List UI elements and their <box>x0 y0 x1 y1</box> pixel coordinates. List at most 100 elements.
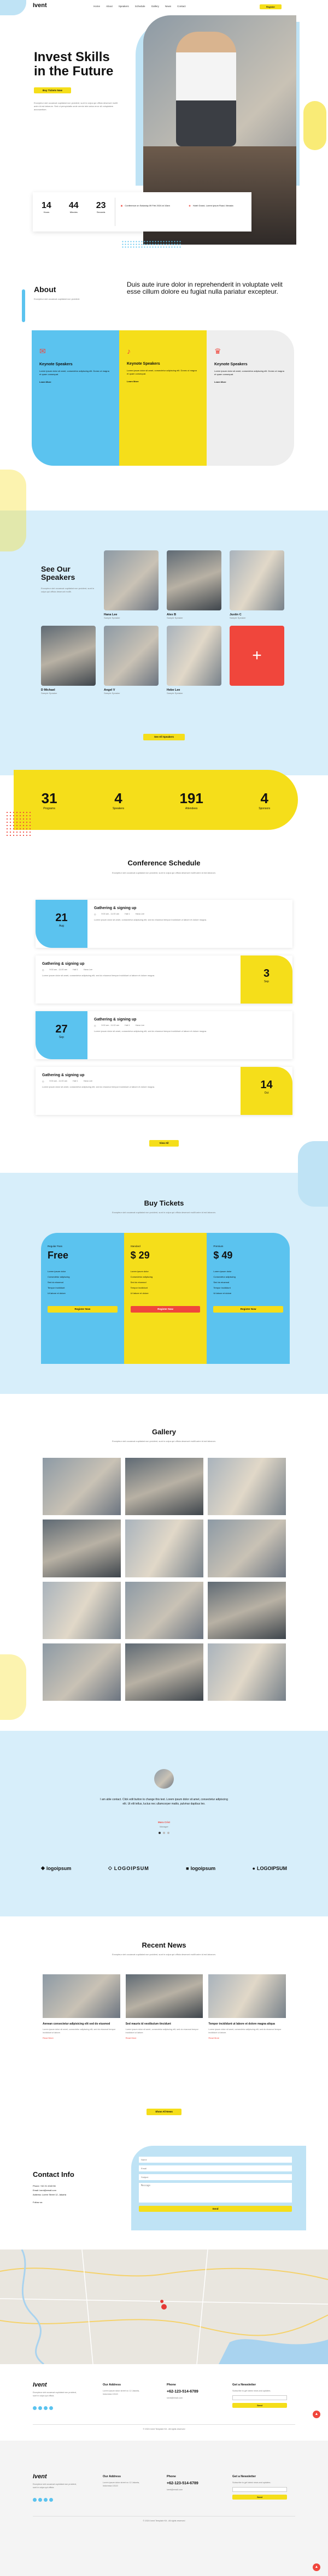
speaker-card[interactable]: Alex B Sample Speaker <box>167 550 221 619</box>
speaker-photo <box>104 626 159 686</box>
speaker-card[interactable]: Hebe Lee Sample Speaker <box>167 626 221 695</box>
schedule-item[interactable]: 27 Sep Gathering & signing up ◷ 9:00 am - 1… <box>36 1011 292 1059</box>
news-card[interactable]: Sed mauris id vestibulum tincidunt Lorem … <box>125 1974 203 2039</box>
news-post-title[interactable]: Sed mauris id vestibulum tincidunt <box>126 2022 203 2026</box>
youtube-icon[interactable] <box>49 2498 53 2502</box>
gallery-image[interactable] <box>43 1581 121 1639</box>
footer-phone[interactable]: +62-123-514-6789 <box>167 2482 198 2485</box>
nav-home[interactable]: Home <box>93 5 100 8</box>
tickets-desc: Excepteur sint occaecat cupidatat non pr… <box>112 1211 216 1214</box>
nav-speakers[interactable]: Speakers <box>119 5 129 8</box>
gallery-image[interactable] <box>208 1458 286 1516</box>
email-field[interactable] <box>139 2165 292 2171</box>
name-field[interactable] <box>139 2157 292 2163</box>
footer-logo[interactable]: Ivent <box>33 2382 47 2388</box>
speaker-card[interactable]: Angel V Sample Speaker <box>104 626 159 695</box>
footer-email[interactable]: ivent@email.com <box>167 2397 183 2399</box>
schedule-item[interactable]: Gathering & signing up ◷ 9:00 am - 11:00 a… <box>36 1067 292 1115</box>
news-post-title[interactable]: Tempor incididunt ut labore et dolore ma… <box>208 2022 286 2026</box>
speaker-card[interactable]: Justin C Sample Speaker <box>230 550 284 619</box>
newsletter-send-button[interactable]: Send <box>232 2495 287 2500</box>
twitter-icon[interactable] <box>38 2498 42 2502</box>
footer-email[interactable]: ivent@email.com <box>167 2489 183 2491</box>
footer-phone[interactable]: +62-123-514-6789 <box>167 2390 198 2394</box>
gallery-image[interactable] <box>125 1643 203 1701</box>
instagram-icon[interactable] <box>44 2498 48 2502</box>
nav-about[interactable]: About <box>106 5 113 8</box>
gallery-image[interactable] <box>43 1643 121 1701</box>
card-link[interactable]: Learn More <box>214 381 286 383</box>
carousel-dot[interactable] <box>167 1832 169 1834</box>
gallery-image[interactable] <box>208 1520 286 1577</box>
read-more-link[interactable]: Read More <box>126 2037 203 2039</box>
gallery-image[interactable] <box>208 1643 286 1701</box>
newsletter-send-button[interactable]: Send <box>232 2403 287 2408</box>
plan-card: Regular Pass Free Lorem ipsum dolor Conse… <box>41 1233 124 1364</box>
send-button[interactable]: Send <box>139 2206 292 2212</box>
about-card-3[interactable]: ♛ Keynote Speakers Lorem ipsum dolor sit… <box>207 330 294 466</box>
scroll-top-icon[interactable]: ▲ <box>313 2411 320 2418</box>
logo[interactable]: Ivent <box>33 2 47 9</box>
instagram-icon[interactable] <box>44 2406 48 2410</box>
news-card[interactable]: Aenean consectetur adipisicing elit sed … <box>43 1974 120 2039</box>
all-speakers-button[interactable]: See All Speakers <box>143 734 185 740</box>
speaker-card[interactable]: Hana Lee Sample Speaker <box>104 550 159 619</box>
read-more-link[interactable]: Read More <box>208 2037 286 2039</box>
register-now-button[interactable]: Register Now <box>213 1306 284 1313</box>
more-speakers-button[interactable]: + <box>230 626 284 686</box>
gallery-image[interactable] <box>208 1581 286 1639</box>
news-card[interactable]: Tempor incididunt ut labore et dolore ma… <box>208 1974 286 2039</box>
newsletter-email-input[interactable] <box>232 2487 287 2492</box>
schedule-speaker: Hana Lee <box>83 969 93 971</box>
youtube-icon[interactable] <box>49 2406 53 2410</box>
show-all-news-button[interactable]: Show All News <box>147 2109 181 2115</box>
newsletter-email-input[interactable] <box>232 2395 287 2400</box>
card-link[interactable]: Learn More <box>39 381 112 383</box>
twitter-icon[interactable] <box>38 2406 42 2410</box>
nav-news[interactable]: News <box>165 5 171 8</box>
gallery-image[interactable] <box>43 1520 121 1577</box>
sponsor-logo[interactable]: ● LOGOIPSUM <box>253 1866 287 1871</box>
facebook-icon[interactable] <box>33 2406 37 2410</box>
contact-email: Email: ivent@email.com <box>33 2189 56 2192</box>
carousel-dot[interactable] <box>163 1832 165 1834</box>
schedule-date: 21 Aug <box>36 900 87 948</box>
contact-phone: Phone: +62 21 4343 56 <box>33 2185 56 2187</box>
nav-schedule[interactable]: Schedule <box>135 5 145 8</box>
subject-field[interactable] <box>139 2174 292 2180</box>
plan-feature: Ut labore et dolore <box>130 1292 149 1295</box>
speaker-card[interactable]: D Michael Sample Speaker <box>41 626 96 695</box>
scroll-top-icon[interactable]: ▲ <box>313 2563 320 2571</box>
hero-title: Invest Skills in the Future <box>34 50 113 79</box>
map[interactable]: ● <box>0 2249 328 2364</box>
about-card-2[interactable]: ♪ Keynote Speakers Lorem ipsum dolor sit… <box>119 330 207 466</box>
nav-contact[interactable]: Contact <box>177 5 186 8</box>
carousel-dot[interactable] <box>159 1832 161 1834</box>
facebook-icon[interactable] <box>33 2498 37 2502</box>
logo-mark-icon: ◆ <box>41 1865 45 1871</box>
news-list: Aenean consectetur adipisicing elit sed … <box>43 1974 286 2039</box>
about-card-1[interactable]: ✉ Keynote Speakers Lorem ipsum dolor sit… <box>32 330 119 466</box>
message-field[interactable] <box>139 2183 292 2203</box>
news-post-title[interactable]: Aenean consectetur adipisicing elit sed … <box>43 2022 120 2026</box>
read-more-link[interactable]: Read More <box>43 2037 120 2039</box>
gallery-image[interactable] <box>125 1520 203 1577</box>
gallery-image[interactable] <box>125 1458 203 1516</box>
sponsor-logo[interactable]: ◆ logoipsum <box>41 1865 71 1871</box>
register-button[interactable]: Register <box>260 4 282 9</box>
nav-gallery[interactable]: Gallery <box>151 5 159 8</box>
sponsor-logo[interactable]: ■ logoipsum <box>186 1866 215 1871</box>
gallery-image[interactable] <box>125 1581 203 1639</box>
register-now-button[interactable]: Register Now <box>130 1306 201 1313</box>
gallery-image[interactable] <box>43 1458 121 1516</box>
schedule-view-all-button[interactable]: View All <box>149 1140 179 1147</box>
footer-phone-title: Phone <box>167 2383 176 2387</box>
register-now-button[interactable]: Register Now <box>48 1306 118 1313</box>
footer-logo[interactable]: Ivent <box>33 2473 47 2480</box>
schedule-item[interactable]: 21 Aug Gathering & signing up ◷ 9:00 am - 1… <box>36 900 292 948</box>
sponsor-logo[interactable]: ◇ LOGOIPSUM <box>108 1865 149 1871</box>
buy-tickets-button[interactable]: Buy Tickets Now <box>34 87 71 93</box>
schedule-item[interactable]: Gathering & signing up ◷ 9:00 am - 11:00 a… <box>36 955 292 1004</box>
countdown-minutes-label: Minutes <box>69 211 78 213</box>
card-link[interactable]: Learn More <box>127 380 199 383</box>
